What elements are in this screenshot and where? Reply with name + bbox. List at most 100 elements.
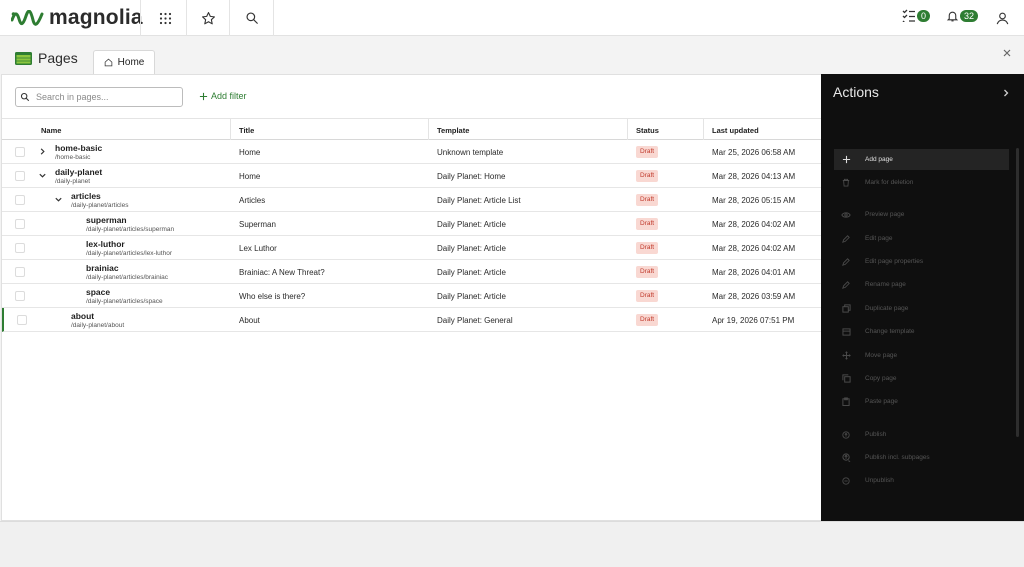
action-move-page[interactable]: Move page [834,345,1009,366]
page-last-updated: Mar 28, 2026 05:15 AM [712,196,796,205]
column-divider[interactable] [428,119,429,140]
action-add-page[interactable]: Add page [834,149,1009,170]
star-icon[interactable] [198,8,218,28]
action-publish[interactable]: Publish [834,424,1009,445]
notifications-count-badge: 32 [960,10,979,22]
action-label: Paste page [865,398,898,405]
page-path: /daily-planet/about [71,322,125,329]
action-label: Add page [865,156,893,163]
app-title: Pages [15,50,78,66]
row-checkbox[interactable] [17,315,27,325]
action-duplicate-page[interactable]: Duplicate page [834,298,1009,319]
search-input[interactable] [36,92,166,102]
row-checkbox[interactable] [15,219,25,229]
trash-icon [841,178,851,188]
action-rename-page[interactable]: Rename page [834,274,1009,295]
status-badge: Draft [636,194,659,206]
action-edit-page-properties[interactable]: Edit page properties [834,251,1009,272]
page-template: Unknown template [437,148,504,157]
page-last-updated: Apr 19, 2026 07:51 PM [712,316,795,325]
table-row[interactable]: articles /daily-planet/articles Articles… [2,188,822,212]
page-name: superman [86,215,127,225]
actions-panel: Actions Add page Mark for deletion Previ… [821,74,1024,521]
column-header-title[interactable]: Title [239,126,254,135]
tab-home-label: Home [117,57,145,68]
column-divider[interactable] [230,119,231,140]
page-template: Daily Planet: Article [437,220,506,229]
add-filter-label: Add filter [211,91,247,101]
column-header-status[interactable]: Status [636,126,659,135]
add-filter-button[interactable]: Add filter [199,91,247,101]
notifications-button[interactable]: 32 [946,9,979,23]
row-checkbox[interactable] [15,267,25,277]
action-label: Mark for deletion [865,179,914,186]
action-label: Move page [865,352,898,359]
app-title-text: Pages [38,50,78,66]
row-checkbox[interactable] [15,291,25,301]
action-label: Publish incl. subpages [865,454,930,461]
table-row[interactable]: space /daily-planet/articles/space Who e… [2,284,822,308]
table-row[interactable]: home-basic /home-basic Home Unknown temp… [2,140,822,164]
action-change-template[interactable]: Change template [834,321,1009,342]
action-preview-page[interactable]: Preview page [834,204,1009,225]
publish-subpages-icon [841,453,851,463]
table-row[interactable]: superman /daily-planet/articles/superman… [2,212,822,236]
search-icon [20,92,30,102]
action-copy-page[interactable]: Copy page [834,368,1009,389]
close-icon[interactable] [1001,47,1013,59]
user-icon[interactable] [992,8,1012,28]
chevron-right-icon[interactable] [1002,88,1010,98]
page-title: Who else is there? [239,292,306,301]
tasks-button[interactable]: 0 [902,9,931,22]
magnolia-logo-icon [11,10,44,26]
column-divider[interactable] [703,119,704,140]
app-header: Pages Home [0,36,1024,74]
table-row[interactable]: brainiac /daily-planet/articles/brainiac… [2,260,822,284]
footer-bar [0,521,1024,567]
chevron-down-icon[interactable] [54,195,63,204]
table-row-selected[interactable]: about /daily-planet/about About Daily Pl… [2,308,822,332]
page-template: Daily Planet: General [437,316,513,325]
action-label: Preview page [865,211,905,218]
tab-home[interactable]: Home [93,50,155,74]
search-box[interactable] [15,87,183,107]
action-label: Duplicate page [865,305,909,312]
row-checkbox[interactable] [15,171,25,181]
page-last-updated: Mar 25, 2026 06:58 AM [712,148,796,157]
table-row[interactable]: daily-planet /daily-planet Home Daily Pl… [2,164,822,188]
action-edit-page[interactable]: Edit page [834,228,1009,249]
copy-icon [841,374,851,384]
chevron-right-icon[interactable] [38,147,47,156]
action-label: Unpublish [865,477,894,484]
pencil-icon [841,280,851,290]
unpublish-icon [841,476,851,486]
column-divider[interactable] [627,119,628,140]
pages-browser: Add filter Name Title Template Status La… [1,74,822,521]
row-checkbox[interactable] [15,195,25,205]
action-paste-page[interactable]: Paste page [834,391,1009,412]
brand-name: magnolia [49,6,143,29]
action-unpublish[interactable]: Unpublish [834,470,1009,491]
search-icon[interactable] [242,8,262,28]
plus-icon [199,92,208,100]
row-checkbox[interactable] [15,147,25,157]
actions-scrollbar[interactable] [1016,148,1019,437]
status-badge: Draft [636,314,659,326]
page-name: home-basic [55,143,103,153]
apps-grid-icon[interactable] [155,8,175,28]
table-row[interactable]: lex-luthor /daily-planet/articles/lex-lu… [2,236,822,260]
column-header-last-updated[interactable]: Last updated [712,126,759,135]
status-badge: Draft [636,290,659,302]
page-title: Superman [239,220,276,229]
action-publish-incl-subpages[interactable]: Publish incl. subpages [834,447,1009,468]
top-bar: magnolia 0 32 [0,0,1024,36]
magnolia-logo[interactable]: magnolia [11,6,143,30]
column-header-template[interactable]: Template [437,126,469,135]
chevron-down-icon[interactable] [38,171,47,180]
row-checkbox[interactable] [15,243,25,253]
page-last-updated: Mar 28, 2026 04:13 AM [712,172,796,181]
action-mark-for-deletion[interactable]: Mark for deletion [834,172,1009,193]
divider [140,0,141,36]
page-name: about [71,311,95,321]
column-header-name[interactable]: Name [41,126,61,135]
